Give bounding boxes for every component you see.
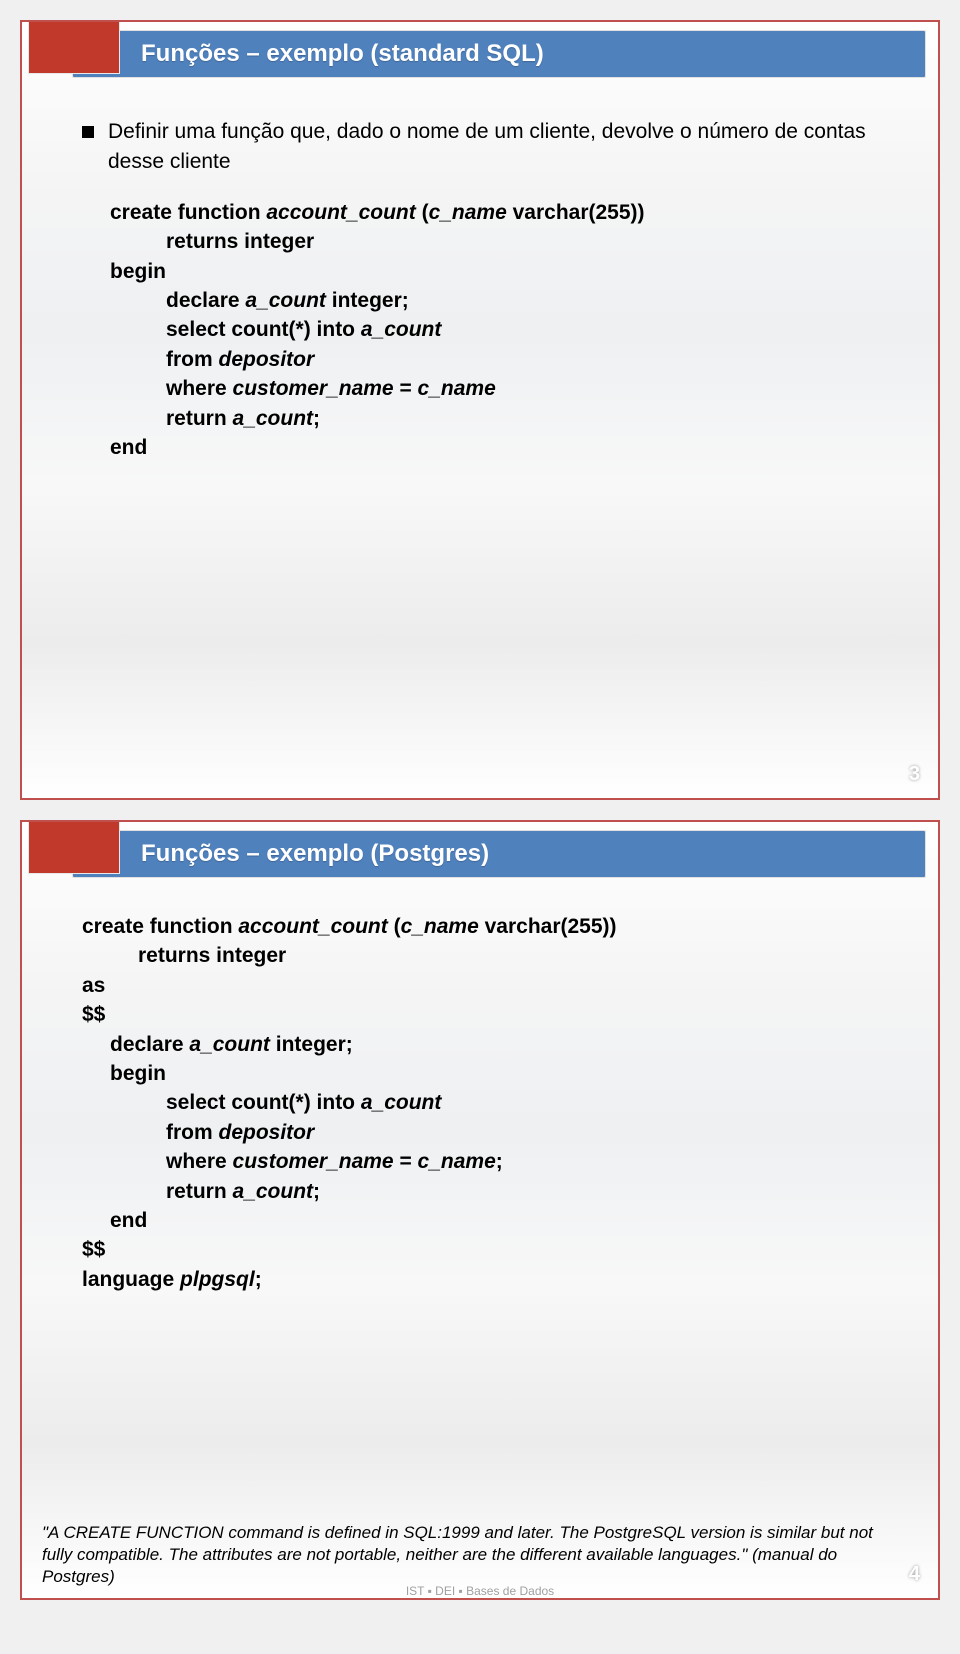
code-id: a_count bbox=[361, 1091, 442, 1114]
code-kw: ; bbox=[313, 407, 320, 430]
code-paren: ( bbox=[422, 201, 429, 224]
code-kw: ; bbox=[313, 1180, 320, 1203]
code-kw: where bbox=[166, 377, 233, 400]
code-id: a_count bbox=[233, 407, 314, 430]
code-kw: ; bbox=[255, 1268, 262, 1291]
code-kw: declare bbox=[166, 289, 245, 312]
code-kw: varchar(255)) bbox=[485, 915, 617, 938]
decorative-red-square bbox=[28, 820, 120, 874]
bullet-text: Definir uma função que, dado o nome de u… bbox=[108, 117, 898, 178]
code-id: c_name bbox=[401, 915, 485, 938]
code-id: a_count bbox=[245, 289, 331, 312]
code-kw: ; bbox=[496, 1150, 503, 1173]
code-id: plpgsql bbox=[180, 1268, 255, 1291]
page-number: 4 bbox=[909, 1563, 920, 1586]
code-kw: where bbox=[166, 1150, 233, 1173]
code-col: customer_name bbox=[233, 377, 400, 400]
code-col: customer_name bbox=[233, 1150, 400, 1173]
code-id: c_name bbox=[418, 1150, 496, 1173]
code-block: create function account_count (c_name va… bbox=[110, 198, 898, 463]
code-kw: end bbox=[110, 1209, 147, 1232]
page-number: 3 bbox=[909, 763, 920, 786]
code-kw: varchar(255)) bbox=[513, 201, 645, 224]
code-kw: from bbox=[166, 348, 219, 371]
code-kw: begin bbox=[110, 260, 166, 283]
slide-content: Definir uma função que, dado o nome de u… bbox=[82, 117, 898, 462]
code-id: c_name bbox=[418, 377, 496, 400]
code-kw: as bbox=[82, 974, 105, 997]
code-kw: create function bbox=[82, 915, 238, 938]
code-kw: integer; bbox=[332, 289, 409, 312]
bullet-item: Definir uma função que, dado o nome de u… bbox=[82, 117, 898, 178]
code-id: depositor bbox=[219, 1121, 315, 1144]
code-kw: = bbox=[399, 377, 417, 400]
code-id: account_count bbox=[266, 201, 421, 224]
code-kw: return bbox=[166, 407, 233, 430]
slide-content: create function account_count (c_name va… bbox=[82, 912, 898, 1294]
code-kw: create function bbox=[110, 201, 266, 224]
code-kw: begin bbox=[110, 1062, 166, 1085]
bullet-marker-icon bbox=[82, 126, 94, 138]
slide-1: Funções – exemplo (standard SQL) Definir… bbox=[20, 20, 940, 800]
code-kw: = bbox=[399, 1150, 417, 1173]
code-id: a_count bbox=[233, 1180, 314, 1203]
code-id: a_count bbox=[361, 318, 442, 341]
code-kw: declare bbox=[110, 1033, 189, 1056]
footnote-text: "A CREATE FUNCTION command is defined in… bbox=[42, 1522, 883, 1588]
code-id: c_name bbox=[429, 201, 513, 224]
code-kw: select count(*) into bbox=[166, 1091, 361, 1114]
decorative-red-square bbox=[28, 20, 120, 74]
code-id: depositor bbox=[219, 348, 315, 371]
code-kw: $$ bbox=[82, 1003, 105, 1026]
code-kw: select count(*) into bbox=[166, 318, 361, 341]
code-id: a_count bbox=[189, 1033, 275, 1056]
slide-title: Funções – exemplo (Postgres) bbox=[72, 830, 926, 878]
code-kw: integer; bbox=[276, 1033, 353, 1056]
code-kw: language bbox=[82, 1268, 180, 1291]
code-kw: from bbox=[166, 1121, 219, 1144]
code-kw: returns integer bbox=[138, 944, 286, 967]
code-block: create function account_count (c_name va… bbox=[82, 912, 898, 1294]
code-kw: returns integer bbox=[166, 230, 314, 253]
slide-2: Funções – exemplo (Postgres) create func… bbox=[20, 820, 940, 1600]
code-kw: $$ bbox=[82, 1238, 105, 1261]
code-kw: return bbox=[166, 1180, 233, 1203]
code-kw: end bbox=[110, 436, 147, 459]
code-paren: ( bbox=[394, 915, 401, 938]
code-id: account_count bbox=[238, 915, 393, 938]
slide-title: Funções – exemplo (standard SQL) bbox=[72, 30, 926, 78]
